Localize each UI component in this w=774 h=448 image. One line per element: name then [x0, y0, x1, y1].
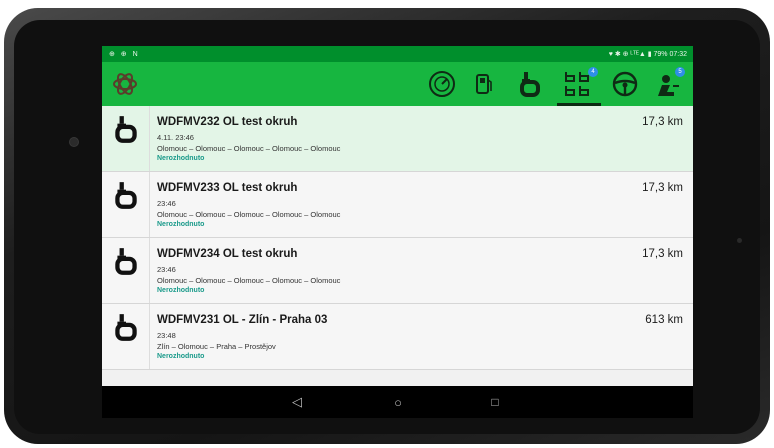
route-icon[interactable]	[514, 69, 546, 99]
route-row[interactable]: WDFMV232 OL test okruh 4.11. 23:46 Olomo…	[102, 106, 693, 172]
route-icon	[111, 312, 141, 342]
route-icon	[111, 246, 141, 276]
route-stops: Olomouc – Olomouc – Olomouc – Olomouc – …	[157, 276, 341, 285]
route-title: WDFMV234 OL test okruh	[157, 248, 298, 260]
route-stops: Olomouc – Olomouc – Olomouc – Olomouc – …	[157, 144, 341, 153]
status-bar: ⊕ ⊕ N ♥ ✱ ⊕ ᴸᵀᴱ▲ ▮ 79% 07:32	[102, 46, 693, 62]
route-time: 23:48	[157, 331, 176, 340]
speedometer-icon[interactable]	[426, 69, 458, 99]
status-notification-icons: ⊕ ⊕ N	[109, 51, 140, 58]
status-system-info: ♥ ✱ ⊕ ᴸᵀᴱ▲ ▮ 79% 07:32	[608, 51, 687, 58]
route-title: WDFMV232 OL test okruh	[157, 116, 298, 128]
app-toolbar: 4 5	[102, 62, 693, 106]
side-sensor	[737, 238, 742, 243]
route-state: Nerozhodnuto	[157, 353, 205, 360]
fuel-icon[interactable]	[468, 69, 500, 99]
route-distance: 17,3 km	[642, 116, 683, 128]
front-camera	[70, 138, 78, 146]
steering-wheel-icon[interactable]	[609, 69, 641, 99]
logo-icon[interactable]	[110, 70, 140, 98]
route-row[interactable]: WDFMV234 OL test okruh 23:46 Olomouc – O…	[102, 238, 693, 304]
row-divider	[149, 172, 150, 237]
android-navigation-bar: ◁ ○ □	[102, 386, 693, 418]
route-stops: Olomouc – Olomouc – Olomouc – Olomouc – …	[157, 210, 341, 219]
route-stops: Zlín – Olomouc – Praha – Prostějov	[157, 342, 276, 351]
recents-button[interactable]: □	[486, 394, 504, 410]
route-title: WDFMV233 OL test okruh	[157, 182, 298, 194]
route-state: Nerozhodnuto	[157, 155, 205, 162]
route-distance: 17,3 km	[642, 182, 683, 194]
route-row[interactable]: WDFMV233 OL test okruh 23:46 Olomouc – O…	[102, 172, 693, 238]
routes-list-badge: 4	[588, 67, 598, 77]
routes-list: WDFMV232 OL test okruh 4.11. 23:46 Olomo…	[102, 106, 693, 370]
row-divider	[149, 304, 150, 369]
route-distance: 17,3 km	[642, 248, 683, 260]
route-icon	[111, 114, 141, 144]
recents-icon: □	[491, 395, 499, 409]
row-divider	[149, 106, 150, 171]
home-icon: ○	[394, 394, 402, 410]
driver-badge: 5	[675, 67, 685, 77]
route-time: 23:46	[157, 199, 176, 208]
route-state: Nerozhodnuto	[157, 287, 205, 294]
app-screen: ⊕ ⊕ N ♥ ✱ ⊕ ᴸᵀᴱ▲ ▮ 79% 07:32 4 5 WDFMV23…	[102, 46, 693, 418]
back-button[interactable]: ◁	[288, 394, 306, 410]
back-icon: ◁	[292, 394, 302, 409]
route-row[interactable]: WDFMV231 OL - Zlín - Praha 03 23:48 Zlín…	[102, 304, 693, 370]
route-distance: 613 km	[645, 314, 683, 326]
route-time: 4.11. 23:46	[157, 133, 194, 142]
route-state: Nerozhodnuto	[157, 221, 205, 228]
route-title: WDFMV231 OL - Zlín - Praha 03	[157, 314, 328, 326]
home-button[interactable]: ○	[389, 394, 407, 410]
route-time: 23:46	[157, 265, 176, 274]
route-icon	[111, 180, 141, 210]
row-divider	[149, 238, 150, 303]
